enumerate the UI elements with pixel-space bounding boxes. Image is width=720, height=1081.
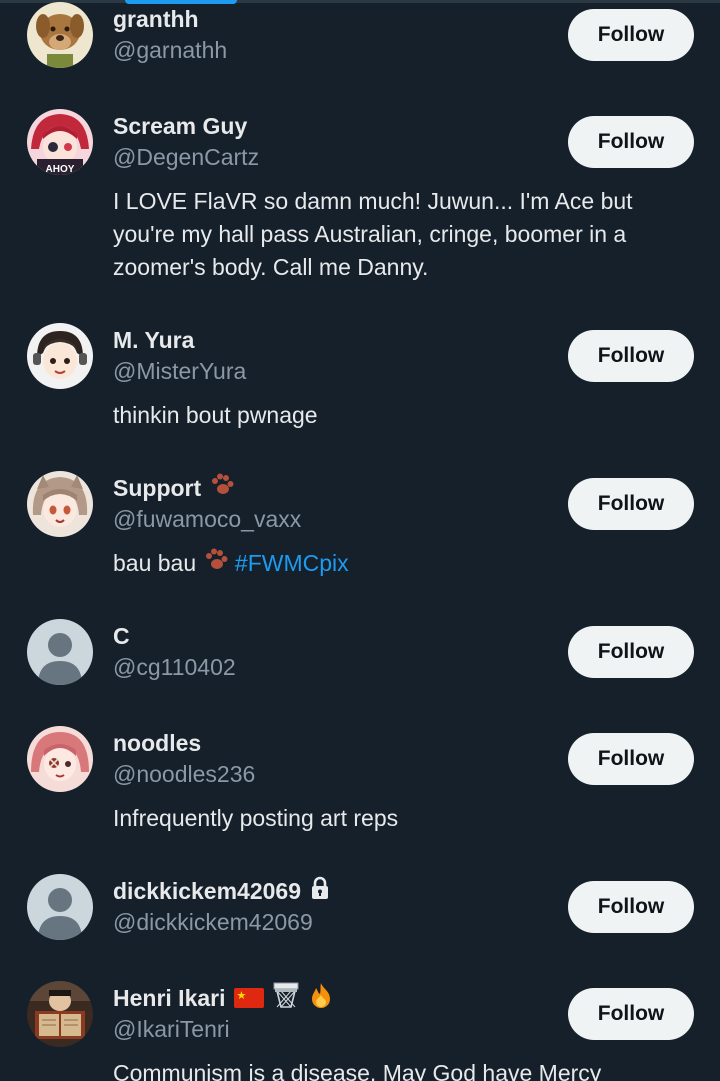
- user-handle[interactable]: @IkariTenri: [113, 1016, 230, 1043]
- follow-button[interactable]: Follow: [568, 9, 694, 61]
- display-name[interactable]: C: [113, 619, 130, 653]
- paw-icon: [203, 547, 229, 582]
- follow-button[interactable]: Follow: [568, 330, 694, 382]
- user-handle[interactable]: @cg110402: [113, 654, 236, 681]
- display-name[interactable]: Support: [113, 471, 235, 505]
- lock-icon: [309, 876, 331, 906]
- bio-text: bau bau: [113, 550, 197, 576]
- follow-button[interactable]: Follow: [568, 478, 694, 530]
- avatar[interactable]: [27, 2, 93, 68]
- avatar[interactable]: [27, 981, 93, 1047]
- avatar[interactable]: [27, 726, 93, 792]
- user-handle[interactable]: @DegenCartz: [113, 144, 259, 171]
- avatar[interactable]: [27, 874, 93, 940]
- display-name[interactable]: noodles: [113, 726, 201, 760]
- display-name[interactable]: granthh: [113, 2, 199, 36]
- user-handle[interactable]: @fuwamoco_vaxx: [113, 506, 301, 533]
- default-avatar-icon: [27, 619, 93, 685]
- follow-button[interactable]: Follow: [568, 116, 694, 168]
- user-handle[interactable]: @noodles236: [113, 761, 255, 788]
- anime-avatar-icon: AHOY: [27, 109, 93, 175]
- user-bio: Infrequently posting art reps: [113, 805, 399, 831]
- avatar-text: AHOY: [46, 164, 75, 175]
- user-bio: Communism is a disease. May God have Mer…: [113, 1060, 602, 1081]
- follow-button[interactable]: Follow: [568, 988, 694, 1040]
- user-handle[interactable]: @MisterYura: [113, 358, 246, 385]
- follow-button[interactable]: Follow: [568, 733, 694, 785]
- china-flag-icon: [233, 988, 264, 1008]
- basketball-hoop-icon: [272, 981, 300, 1015]
- avatar[interactable]: AHOY: [27, 109, 93, 175]
- user-bio: I LOVE FlaVR so damn much! Juwun... I'm …: [113, 188, 633, 280]
- avatar[interactable]: [27, 471, 93, 537]
- display-name[interactable]: Henri Ikari: [113, 981, 334, 1015]
- default-avatar-icon: [27, 874, 93, 940]
- display-name[interactable]: M. Yura: [113, 323, 194, 357]
- hashtag-link[interactable]: #FWMCpix: [235, 550, 349, 576]
- display-name[interactable]: Scream Guy: [113, 109, 247, 143]
- anime-avatar-icon: [27, 726, 93, 792]
- follow-button[interactable]: Follow: [568, 881, 694, 933]
- avatar[interactable]: [27, 323, 93, 389]
- paw-icon: [209, 472, 235, 504]
- user-bio: bau bau #FWMCpix: [113, 547, 683, 582]
- follow-button[interactable]: Follow: [568, 626, 694, 678]
- avatar[interactable]: [27, 619, 93, 685]
- anime-avatar-icon: [27, 471, 93, 537]
- user-handle[interactable]: @dickkickem42069: [113, 909, 313, 936]
- reader-avatar-icon: [27, 981, 93, 1047]
- display-name[interactable]: dickkickem42069: [113, 874, 331, 908]
- top-divider: [0, 0, 720, 3]
- follow-list-screen: granthh @garnathh Follow AHOY Scream Guy…: [0, 0, 720, 1081]
- user-bio: thinkin bout pwnage: [113, 402, 318, 428]
- fire-icon: [308, 981, 334, 1015]
- anime-avatar-icon: [27, 323, 93, 389]
- dog-avatar-icon: [27, 2, 93, 68]
- user-handle[interactable]: @garnathh: [113, 37, 227, 64]
